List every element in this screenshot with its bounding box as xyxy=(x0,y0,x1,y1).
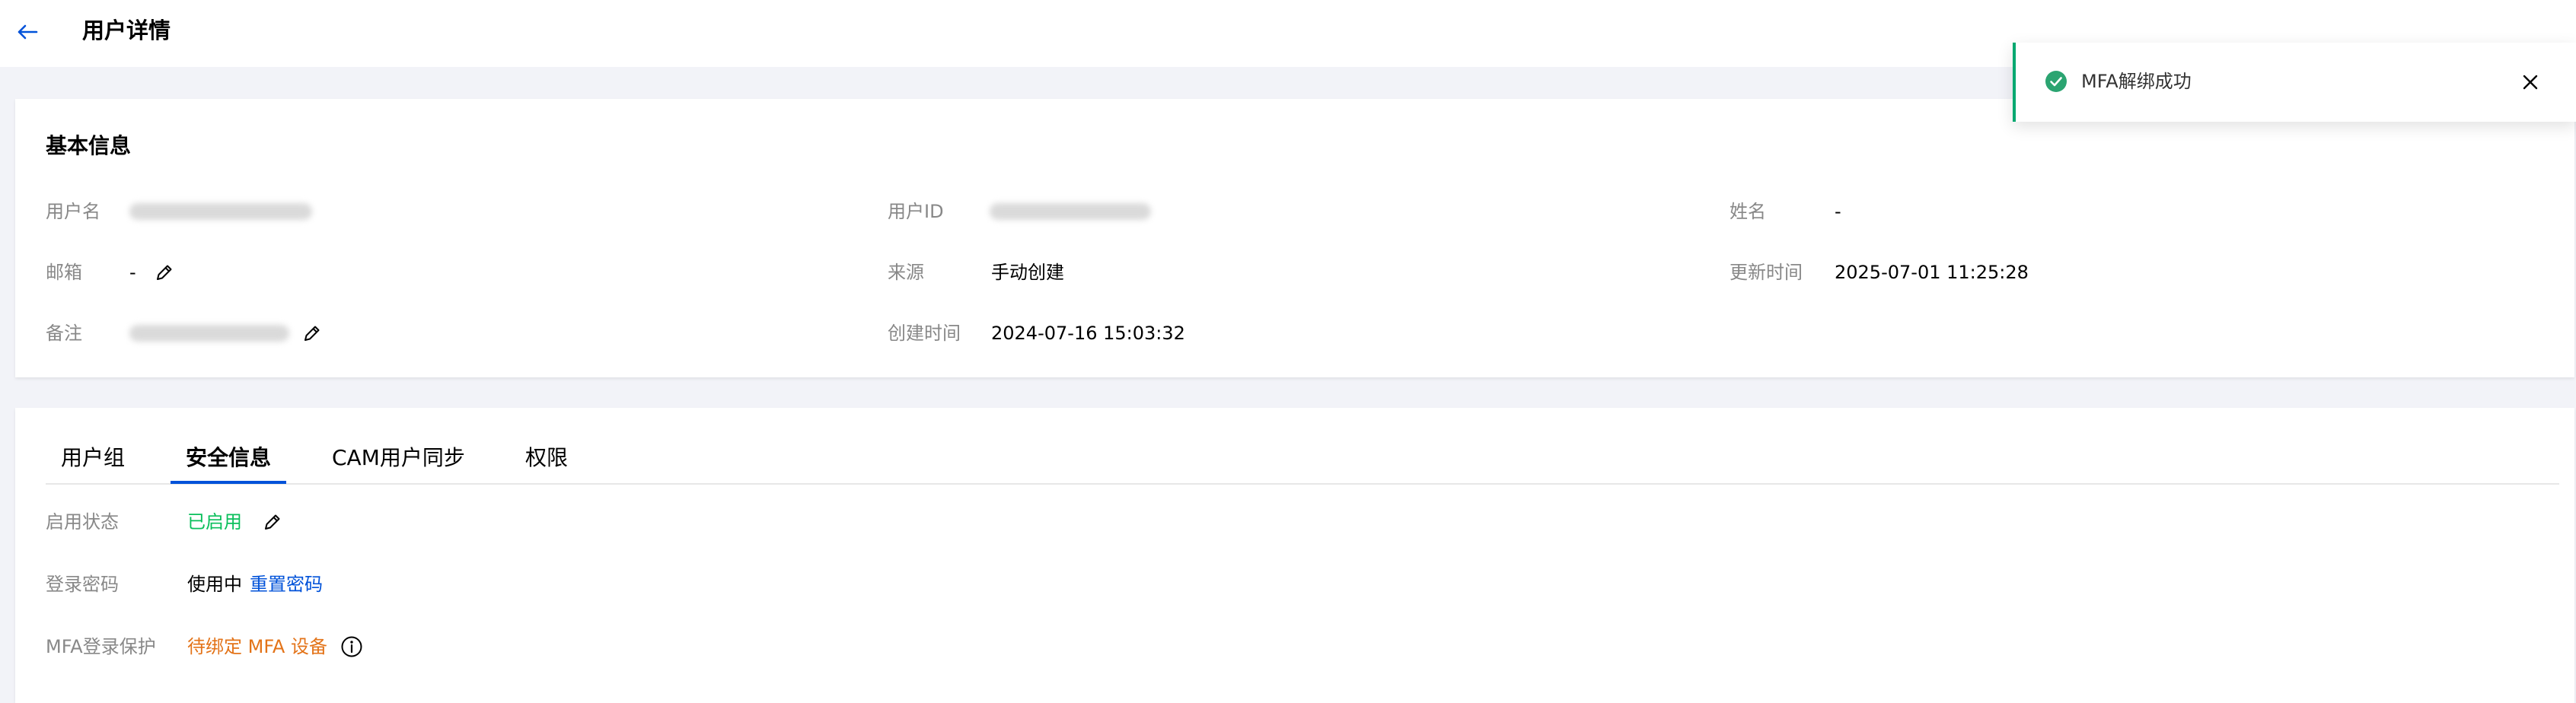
pencil-icon xyxy=(304,326,320,341)
back-button[interactable] xyxy=(15,20,40,44)
active-tab-indicator xyxy=(171,481,286,484)
name-value: - xyxy=(1835,201,1841,222)
tab-cam-user-sync[interactable]: CAM用户同步 xyxy=(332,441,465,475)
created-at-label: 创建时间 xyxy=(888,323,961,344)
basic-info-card: 基本信息 用户名 用户ID 姓名 - 邮箱 - 来源 手动创建 更新时间 202… xyxy=(15,99,2574,377)
updated-at-value: 2025-07-01 11:25:28 xyxy=(1835,262,2029,283)
check-circle-icon xyxy=(2045,71,2067,92)
security-card: 用户组 安全信息 CAM用户同步 权限 启用状态 已启用 登录密码 使用中 重置… xyxy=(15,408,2574,703)
info-circle-icon xyxy=(341,636,362,657)
mfa-info-button[interactable] xyxy=(340,635,364,659)
email-label: 邮箱 xyxy=(46,262,82,283)
basic-info-title: 基本信息 xyxy=(46,133,132,158)
user-id-value-redacted xyxy=(990,203,1151,220)
toast-message: MFA解绑成功 xyxy=(2081,71,2192,92)
source-label: 来源 xyxy=(888,262,924,283)
mfa-label: MFA登录保护 xyxy=(46,636,156,657)
edit-status-button[interactable] xyxy=(260,510,285,534)
user-id-label: 用户ID xyxy=(888,201,944,222)
arrow-left-icon xyxy=(18,24,38,40)
created-at-value: 2024-07-16 15:03:32 xyxy=(991,323,1185,344)
edit-email-button[interactable] xyxy=(152,260,177,285)
tab-permissions[interactable]: 权限 xyxy=(525,441,568,475)
email-value: - xyxy=(129,262,136,283)
status-value: 已启用 xyxy=(187,511,242,533)
name-label: 姓名 xyxy=(1730,201,1766,222)
close-icon xyxy=(2523,75,2538,90)
tab-security-info[interactable]: 安全信息 xyxy=(186,441,271,475)
edit-remark-button[interactable] xyxy=(300,321,324,345)
mfa-status: 待绑定 MFA 设备 xyxy=(187,636,327,657)
pencil-icon xyxy=(157,265,172,280)
pencil-icon xyxy=(265,514,280,530)
toast-close-button[interactable] xyxy=(2517,68,2544,96)
success-toast: MFA解绑成功 xyxy=(2013,43,2576,122)
page-title: 用户详情 xyxy=(82,17,171,43)
username-value-redacted xyxy=(129,203,312,220)
remark-label: 备注 xyxy=(46,323,82,344)
password-value: 使用中 xyxy=(187,574,242,595)
status-label: 启用状态 xyxy=(46,511,119,533)
reset-password-link[interactable]: 重置密码 xyxy=(250,571,323,598)
tab-divider xyxy=(46,483,2559,485)
updated-at-label: 更新时间 xyxy=(1730,262,1803,283)
remark-value-redacted xyxy=(129,325,289,342)
tab-user-groups[interactable]: 用户组 xyxy=(61,441,125,475)
password-label: 登录密码 xyxy=(46,574,119,595)
source-value: 手动创建 xyxy=(991,262,1064,283)
username-label: 用户名 xyxy=(46,201,100,222)
